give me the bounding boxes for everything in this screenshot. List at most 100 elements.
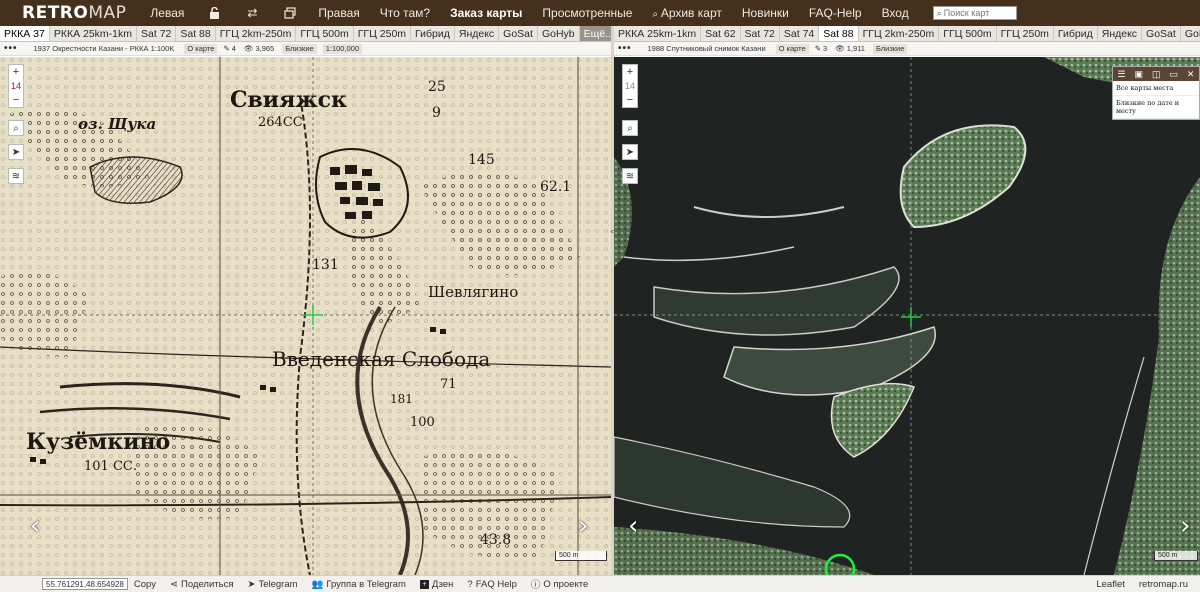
search-box[interactable]: ⌕ <box>932 6 1017 20</box>
close-icon[interactable]: ✕ <box>1187 69 1195 80</box>
app-root: RETROMAP Левая ⇄ Правая Что там? Заказ к… <box>0 0 1200 592</box>
right-tab-10[interactable]: GoSat <box>1142 26 1181 41</box>
right-scale-bar: 500 m <box>1154 551 1198 561</box>
map-label-shevlyagino: Шевлягино <box>428 283 519 301</box>
left-map-canvas[interactable]: Свияжск оз. Щука 264СС. 25 9 145 62.1 13… <box>0 57 612 575</box>
right-tab-0[interactable]: РККА 25km-1km <box>614 26 702 41</box>
share-link[interactable]: ⋖ Поделиться <box>170 579 233 590</box>
right-tab-1[interactable]: Sat 62 <box>701 26 741 41</box>
right-map-canvas[interactable]: + 14 − ⌕ ➤ ≋ ☰ ▣ ◫ ▭ ✕ Все карты места Б… <box>614 57 1200 575</box>
info-icon: ⓘ <box>530 580 541 591</box>
left-tab-0[interactable]: РККА 37 <box>0 26 50 41</box>
map-label-145: 145 <box>468 152 495 168</box>
nav-right[interactable]: Правая <box>318 6 359 20</box>
left-next-arrow[interactable]: › <box>578 513 588 539</box>
left-tab-10[interactable]: GoHyb <box>538 26 580 41</box>
nav-archive[interactable]: ⌕ Архив карт <box>652 6 721 20</box>
left-tab-11[interactable]: Ещё... <box>579 26 612 41</box>
search-icon: ⌕ <box>627 122 633 134</box>
right-locate-button[interactable]: ➤ <box>622 144 638 160</box>
dzen-link[interactable]: + Дзен <box>419 579 453 590</box>
map-label-9: 9 <box>432 105 441 121</box>
telegram-link[interactable]: ➤ Telegram <box>247 579 297 590</box>
zoom-out-button[interactable]: − <box>9 93 23 107</box>
left-locate-button[interactable]: ➤ <box>8 144 24 160</box>
left-tab-8[interactable]: Яндекс <box>455 26 500 41</box>
nav-viewed[interactable]: Просмотренные <box>542 6 632 20</box>
right-tab-7[interactable]: ГГЦ 250m <box>997 26 1054 41</box>
telegram-group-link[interactable]: 👥 Группа в Telegram <box>312 579 406 590</box>
copy-windows-icon[interactable] <box>280 6 300 20</box>
copy-coords-button[interactable]: Copy <box>134 579 156 590</box>
right-edits[interactable]: ✎ 3 <box>815 44 827 53</box>
left-tab-9[interactable]: GoSat <box>499 26 538 41</box>
right-prev-arrow[interactable]: ‹ <box>628 513 638 539</box>
left-tab-6[interactable]: ГГЦ 250m <box>354 26 412 41</box>
chevron-left-icon: ‹ <box>628 511 639 541</box>
nav-login[interactable]: Вход <box>882 6 909 20</box>
right-tab-5[interactable]: ГГЦ 2km-250m <box>859 26 940 41</box>
left-tab-1[interactable]: РККА 25km-1km <box>50 26 138 41</box>
swap-icon[interactable]: ⇄ <box>242 6 262 20</box>
left-edits[interactable]: ✎ 4 <box>223 44 235 53</box>
list-icon[interactable]: ☰ <box>1117 69 1125 80</box>
nav-news[interactable]: Новинки <box>742 6 789 20</box>
left-pane: РККА 37 РККА 25km-1km Sat 72 Sat 88 ГГЦ 2km-… <box>0 26 612 575</box>
image-icon[interactable]: ▣ <box>1135 69 1144 80</box>
right-tab-3[interactable]: Sat 74 <box>780 26 820 41</box>
left-tab-7[interactable]: Гибрид <box>411 26 455 41</box>
zoom-level: 14 <box>624 81 635 91</box>
left-layers-button[interactable]: ≋ <box>8 168 24 184</box>
right-tab-6[interactable]: ГГЦ 500m <box>939 26 997 41</box>
left-scale: 1:100,000 <box>322 43 363 54</box>
right-tab-11[interactable]: GoHyb <box>1181 26 1200 41</box>
eye-icon: 👁 <box>835 44 845 53</box>
lock-icon[interactable] <box>204 6 224 20</box>
right-about-map[interactable]: О карте <box>775 43 809 54</box>
zoom-in-button[interactable]: + <box>623 65 637 79</box>
left-menu-dots[interactable]: ••• <box>4 43 18 53</box>
right-tab-9[interactable]: Яндекс <box>1098 26 1143 41</box>
search-input[interactable] <box>943 7 1014 19</box>
left-about-map[interactable]: О карте <box>184 43 218 54</box>
edit-icon: ✎ <box>223 44 230 53</box>
faq-link[interactable]: ? FAQ Help <box>467 579 516 590</box>
right-nearby[interactable]: Близкие <box>872 43 908 54</box>
navigate-arrow-icon: ➤ <box>11 146 21 158</box>
right-search-button[interactable]: ⌕ <box>622 120 638 136</box>
coords-readout: 55.761291,48.654928 <box>42 578 128 590</box>
left-prev-arrow[interactable]: ‹ <box>30 513 40 539</box>
right-menu-dots[interactable]: ••• <box>618 43 632 53</box>
right-tab-2[interactable]: Sat 72 <box>741 26 780 41</box>
nearby-maps-popup: ☰ ▣ ◫ ▭ ✕ Все карты места Близкие по дат… <box>1112 66 1200 120</box>
left-tab-2[interactable]: Sat 72 <box>137 26 177 41</box>
map-label-vvedenskaya: Введенская Слобода <box>272 347 491 371</box>
logo[interactable]: RETROMAP <box>22 3 126 23</box>
left-tab-3[interactable]: Sat 88 <box>176 26 216 41</box>
left-tab-4[interactable]: ГГЦ 2km-250m <box>216 26 297 41</box>
split-icon[interactable]: ◫ <box>1152 69 1161 80</box>
leaflet-link[interactable]: Leaflet <box>1096 579 1125 590</box>
chevron-left-icon: ‹ <box>30 511 41 541</box>
right-layers-button[interactable]: ≋ <box>622 168 638 184</box>
window-icon[interactable]: ▭ <box>1169 69 1178 80</box>
right-next-arrow[interactable]: › <box>1180 513 1190 539</box>
right-tab-8[interactable]: Гибрид <box>1054 26 1098 41</box>
chevron-right-icon: › <box>1180 511 1191 541</box>
left-nearby[interactable]: Близкие <box>282 43 317 54</box>
left-tab-5[interactable]: ГГЦ 500m <box>296 26 354 41</box>
layers-icon: ≋ <box>625 170 635 182</box>
nav-left[interactable]: Левая <box>150 6 184 20</box>
map-label-71: 71 <box>440 377 457 392</box>
left-search-button[interactable]: ⌕ <box>8 120 24 136</box>
zoom-out-button[interactable]: − <box>623 93 637 107</box>
right-tab-4[interactable]: Sat 88 <box>819 26 859 41</box>
nav-faq[interactable]: FAQ-Help <box>809 6 862 20</box>
nav-whats-there[interactable]: Что там? <box>380 6 430 20</box>
zoom-in-button[interactable]: + <box>9 65 23 79</box>
site-link[interactable]: retromap.ru <box>1139 579 1188 590</box>
popup-all-maps[interactable]: Все карты места <box>1113 81 1199 96</box>
nav-order-maps[interactable]: Заказ карты <box>450 6 522 20</box>
popup-nearby-date[interactable]: Близкие по дате и месту <box>1113 96 1199 119</box>
about-link[interactable]: ⓘ О проекте <box>530 577 588 592</box>
